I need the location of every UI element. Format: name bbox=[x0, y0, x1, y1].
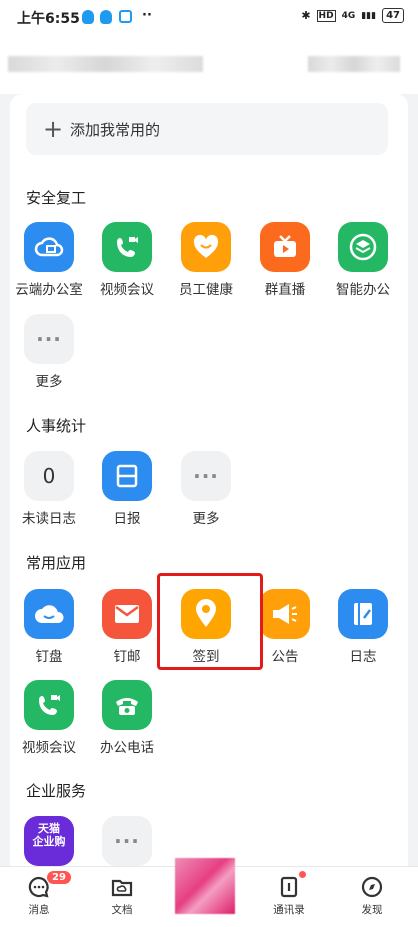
tab-label: 文档 bbox=[111, 904, 133, 916]
clock: 上午6:55 bbox=[17, 11, 80, 27]
tab-label: 消息 bbox=[28, 904, 50, 916]
section-title-common-apps: 常用应用 bbox=[26, 554, 87, 572]
highlight-box bbox=[157, 573, 263, 670]
status-bar: 上午6:55 ·· ✱ HD 4G ▮▮▮ 47 bbox=[0, 0, 418, 34]
app-label: 日志 bbox=[349, 649, 377, 665]
tmall-enterprise-icon: 天猫 企业购 bbox=[24, 816, 74, 866]
more-icon: ··· bbox=[102, 816, 152, 866]
tv-icon bbox=[260, 222, 310, 272]
blurred-org-name bbox=[8, 56, 203, 72]
app-daily-report[interactable]: 日报 bbox=[88, 451, 166, 527]
telephone-icon bbox=[102, 680, 152, 730]
tab-contacts[interactable]: 通讯录 bbox=[263, 875, 315, 917]
app-office-phone[interactable]: 办公电话 bbox=[88, 680, 166, 756]
notification-dot bbox=[299, 871, 306, 878]
app-ding-mail[interactable]: 钉邮 bbox=[88, 589, 166, 665]
app-label: 智能办公 bbox=[336, 282, 390, 298]
add-favorites-bar[interactable]: + 添加我常用的 bbox=[26, 103, 388, 155]
add-favorites-label: 添加我常用的 bbox=[70, 120, 161, 139]
daily-report-icon bbox=[102, 451, 152, 501]
more-icon: ··· bbox=[181, 451, 231, 501]
app-label: 办公电话 bbox=[100, 740, 154, 756]
signal-icon: ▮▮▮ bbox=[361, 10, 377, 21]
tab-label: 通讯录 bbox=[273, 904, 305, 916]
plus-icon: + bbox=[42, 115, 64, 143]
app-label: 钉邮 bbox=[113, 649, 141, 665]
more-icon: ··· bbox=[24, 314, 74, 364]
app-label: 更多 bbox=[35, 374, 63, 390]
blurred-workbench-tab[interactable] bbox=[175, 858, 235, 914]
app-smart-office[interactable]: 智能办公 bbox=[324, 222, 402, 298]
contacts-book-icon bbox=[280, 876, 298, 898]
more-notifications: ·· bbox=[142, 8, 152, 23]
app-notification-icon bbox=[119, 10, 132, 23]
tab-discover[interactable]: 发现 bbox=[346, 875, 398, 917]
section-title-hr-stats: 人事统计 bbox=[26, 417, 87, 435]
app-label: 视频会议 bbox=[100, 282, 154, 298]
app-employee-health[interactable]: 员工健康 bbox=[167, 222, 245, 298]
app-label: 员工健康 bbox=[179, 282, 233, 298]
bluetooth-icon: ✱ bbox=[301, 9, 311, 22]
blurred-org-action bbox=[308, 56, 400, 72]
app-video-meeting[interactable]: 视频会议 bbox=[88, 222, 166, 298]
log-book-icon bbox=[338, 589, 388, 639]
mail-icon bbox=[102, 589, 152, 639]
app-video-meeting-2[interactable]: 视频会议 bbox=[10, 680, 88, 756]
app-tmall-enterprise[interactable]: 天猫 企业购 bbox=[10, 816, 88, 866]
battery-icon: 47 bbox=[382, 8, 404, 23]
compass-icon bbox=[361, 876, 383, 898]
app-unread-logs[interactable]: 0 未读日志 bbox=[10, 451, 88, 527]
app-label: 钉盘 bbox=[35, 649, 63, 665]
app-more-1[interactable]: ··· 更多 bbox=[10, 314, 88, 390]
app-label: 群直播 bbox=[264, 282, 306, 298]
app-group-live[interactable]: 群直播 bbox=[246, 222, 324, 298]
network-icon: 4G bbox=[341, 10, 356, 21]
section-title-enterprise: 企业服务 bbox=[26, 782, 87, 800]
unread-badge: 29 bbox=[47, 871, 71, 884]
app-more-3[interactable]: ··· bbox=[88, 816, 166, 866]
video-call-icon bbox=[24, 680, 74, 730]
hd-icon: HD bbox=[316, 9, 336, 22]
smart-office-icon bbox=[338, 222, 388, 272]
app-ding-drive[interactable]: 钉盘 bbox=[10, 589, 88, 665]
cloud-monitor-icon bbox=[24, 222, 74, 272]
org-header[interactable] bbox=[0, 34, 418, 94]
app-label: 公告 bbox=[271, 649, 299, 665]
cloud-drive-icon bbox=[24, 589, 74, 639]
tab-label: 发现 bbox=[361, 904, 383, 916]
app-label: 日报 bbox=[113, 511, 141, 527]
app-log[interactable]: 日志 bbox=[324, 589, 402, 665]
qq-icon bbox=[100, 10, 112, 24]
status-right: ✱ HD 4G ▮▮▮ 47 bbox=[301, 8, 404, 23]
tmall-line-1: 天猫 bbox=[38, 822, 60, 835]
tmall-line-2: 企业购 bbox=[32, 835, 66, 848]
app-more-2[interactable]: ··· 更多 bbox=[167, 451, 245, 527]
heart-icon bbox=[181, 222, 231, 272]
app-label: 更多 bbox=[192, 511, 220, 527]
megaphone-icon bbox=[260, 589, 310, 639]
folder-cloud-icon bbox=[111, 879, 133, 897]
app-label: 视频会议 bbox=[22, 740, 76, 756]
tab-docs[interactable]: 文档 bbox=[96, 875, 148, 917]
section-title-safe-return: 安全复工 bbox=[26, 189, 87, 207]
unread-count: 0 bbox=[24, 451, 74, 501]
app-cloud-office[interactable]: 云端办公室 bbox=[10, 222, 88, 298]
app-label: 云端办公室 bbox=[15, 282, 83, 298]
qq-icon bbox=[82, 10, 94, 24]
app-label: 未读日志 bbox=[22, 511, 76, 527]
video-call-icon bbox=[102, 222, 152, 272]
